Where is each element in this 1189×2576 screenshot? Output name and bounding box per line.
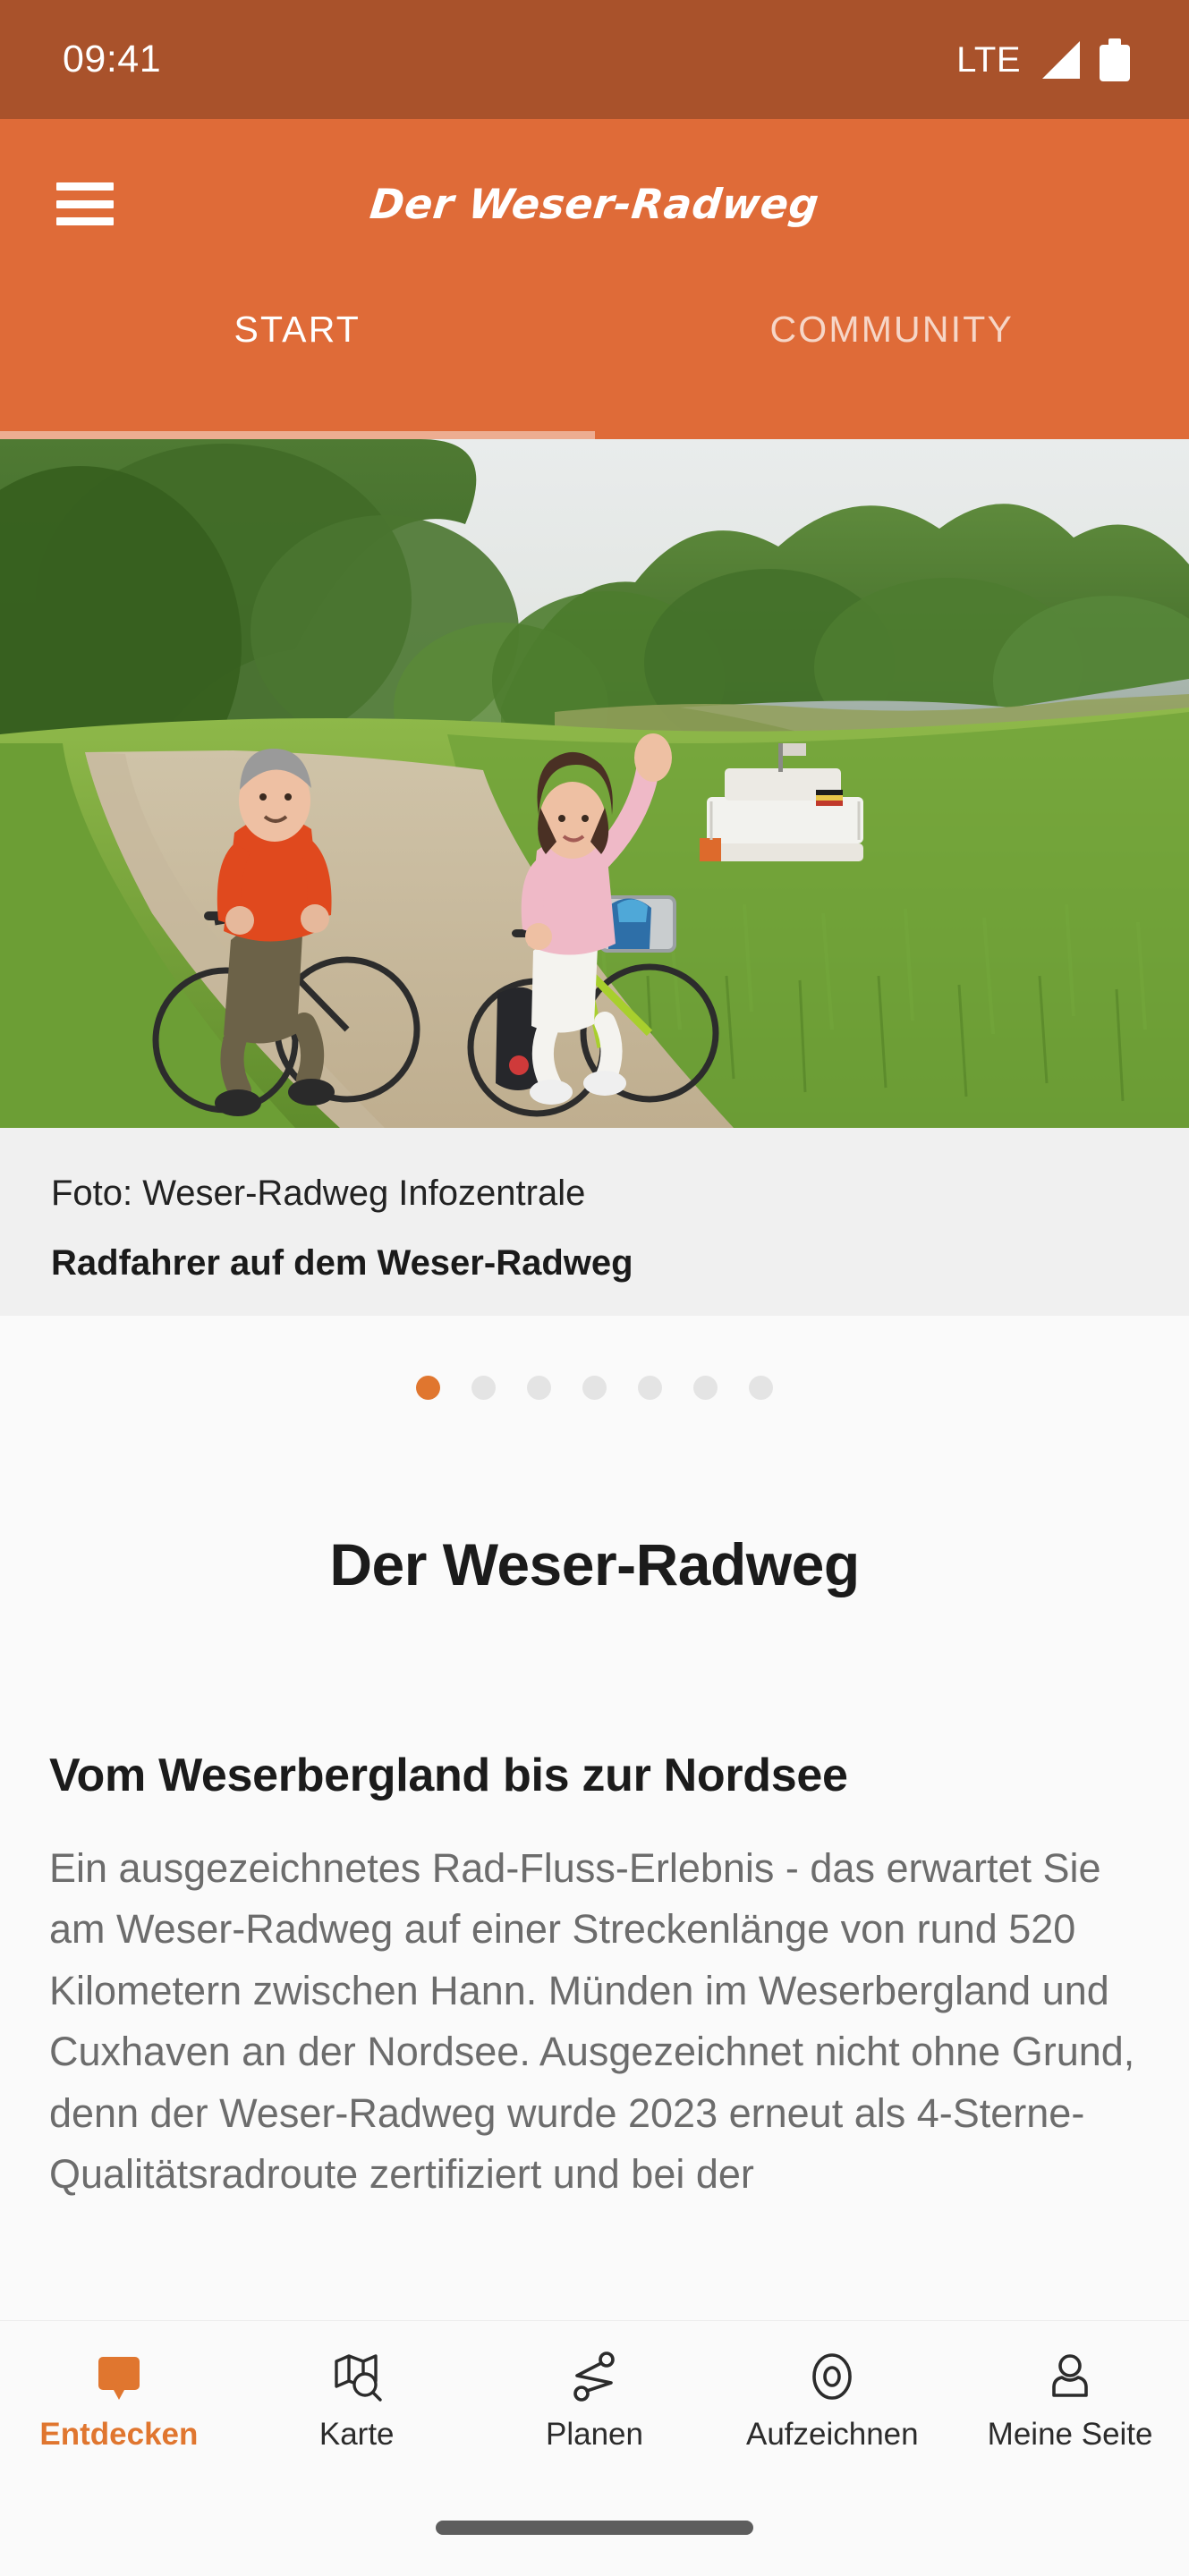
nav-label-planen: Planen [546,2416,643,2452]
app-bar-top: Der Weser-Radweg [0,119,1189,289]
app-logo: Der Weser-Radweg [367,180,822,228]
status-clock: 09:41 [63,38,162,80]
nav-item-karte[interactable]: Karte [238,2349,476,2453]
nav-item-planen[interactable]: Planen [476,2349,714,2453]
network-type-label: LTE [956,39,1021,80]
carousel-dot-2[interactable] [471,1375,496,1400]
route-icon [566,2349,622,2404]
home-indicator-area [0,2479,1189,2576]
signal-triangle-icon [1042,40,1080,79]
nav-item-entdecken[interactable]: Entdecken [0,2349,238,2453]
nav-label-karte: Karte [318,2416,395,2452]
nav-label-entdecken: Entdecken [39,2416,199,2452]
carousel-dot-7[interactable] [749,1375,773,1400]
nav-item-meine-seite[interactable]: Meine Seite [951,2349,1189,2453]
nav-label-meine-seite: Meine Seite [987,2416,1153,2452]
article-body: Ein ausgezeichnetes Rad-Fluss-Erlebnis -… [49,1845,1135,2197]
status-indicators: LTE [956,38,1130,81]
app-bar: Der Weser-Radweg START COMMUNITY [0,119,1189,439]
map-pin-icon [91,2349,147,2404]
tab-active-indicator [0,431,595,439]
article-subtitle: Vom Weserbergland bis zur Nordsee [49,1750,848,1801]
carousel-dot-4[interactable] [582,1375,607,1400]
app-screen: 09:41 LTE Der Weser-Radweg START COMMUNI… [0,0,1189,2576]
hero-photo-illustration [0,439,1189,1128]
carousel-pagination [0,1316,1189,1459]
battery-full-icon [1100,38,1130,81]
map-search-icon [329,2349,385,2404]
tab-community[interactable]: COMMUNITY [595,289,1189,439]
person-icon [1042,2349,1098,2404]
carousel-dot-3[interactable] [527,1375,551,1400]
bottom-navigation-bar: Entdecken Karte Planen Aufzeichnen Meine… [0,2320,1189,2479]
hero-caption: Foto: Weser-Radweg Infozentrale Radfahre… [0,1128,1189,1316]
carousel-dot-6[interactable] [693,1375,718,1400]
nav-label-aufzeichnen: Aufzeichnen [745,2416,919,2452]
carousel-dot-5[interactable] [638,1375,662,1400]
status-bar: 09:41 LTE [0,0,1189,119]
photo-title: Radfahrer auf dem Weser-Radweg [51,1243,633,1283]
photo-credit: Foto: Weser-Radweg Infozentrale [51,1174,586,1213]
record-circle-icon [804,2349,860,2404]
home-indicator[interactable] [436,2521,753,2535]
nav-item-aufzeichnen[interactable]: Aufzeichnen [713,2349,951,2453]
tab-start[interactable]: START [0,289,595,439]
hero-image[interactable] [0,439,1189,1128]
page-title: Der Weser-Radweg [329,1531,860,1597]
carousel-dot-1[interactable] [416,1375,440,1400]
top-tab-bar: START COMMUNITY [0,289,1189,439]
